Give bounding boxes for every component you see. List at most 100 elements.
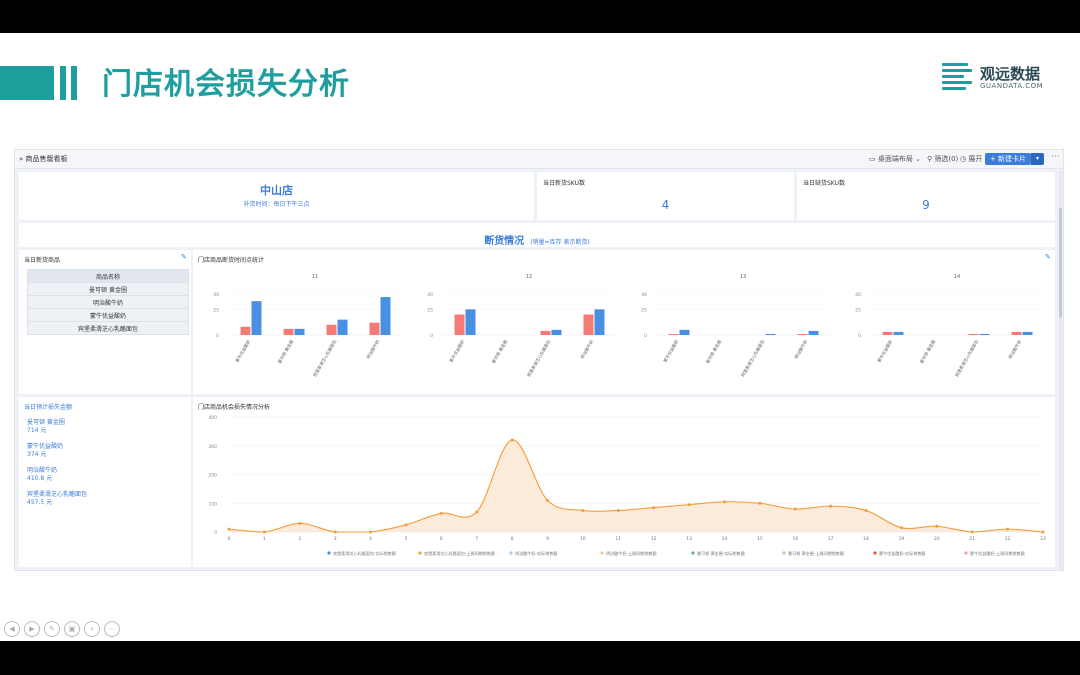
table-header: 商品名称 bbox=[27, 269, 189, 283]
data-point bbox=[510, 438, 514, 442]
filter-label: 筛选(0) bbox=[934, 155, 959, 163]
x-tick-label: 曼可顿 黄金圈 bbox=[918, 339, 937, 365]
expand-label: 展开 bbox=[968, 155, 983, 163]
x-tick-label: 蒙牛优益酸奶 bbox=[876, 339, 895, 364]
y-tick-label: 40 bbox=[855, 292, 861, 298]
zoom-icon[interactable]: ⌕ bbox=[84, 621, 100, 637]
legend-marker bbox=[327, 551, 331, 555]
new-card-button[interactable]: + 新建卡片 bbox=[985, 153, 1031, 165]
y-tick-label: 0 bbox=[430, 333, 433, 339]
dashboard-panel: » 商品售罄看板 ▭ 桌面端布局 ⌄ ⚲ 筛选(0) ◷ 展开 + 新建卡片 ▾… bbox=[14, 149, 1064, 571]
missing-sku-label: 当日缺货SKU数 bbox=[803, 180, 845, 187]
loss-item-value: 410.8 元 bbox=[27, 475, 53, 482]
legend-label: 曼可顿 黄金圈-上周同期销售额 bbox=[788, 550, 844, 556]
data-point bbox=[793, 507, 797, 511]
y-tick-label: 400 bbox=[208, 415, 217, 421]
stockout-bar-charts: 1102540蒙牛优益酸奶 曼可顿 黄金圈 宾堡柔滑芝心乳酪面包 明治酸牛奶12025… bbox=[213, 274, 1043, 378]
next-slide-icon[interactable]: ▶ bbox=[24, 621, 40, 637]
title-decoration-stripe bbox=[60, 66, 66, 100]
new-sku-label: 当日新货SKU数 bbox=[543, 180, 585, 187]
edit-icon[interactable]: ✎ bbox=[181, 253, 187, 261]
loss-item-name: 曼可顿 黄金圈 bbox=[27, 419, 65, 426]
x-tick-label: 6 bbox=[440, 536, 443, 542]
x-tick-label: 3 bbox=[334, 536, 337, 542]
x-tick-label: 明治酸牛奶 bbox=[579, 339, 596, 361]
expand-button[interactable]: ◷ 展开 bbox=[960, 154, 982, 164]
title-decoration-bar bbox=[0, 66, 54, 100]
data-point bbox=[475, 510, 479, 514]
slide: 门店机会损失分析 观远数据 GUANDATA.COM » 商品售罄看板 ▭ 桌面… bbox=[0, 33, 1080, 641]
y-tick-label: 0 bbox=[216, 333, 219, 339]
y-tick-label: 0 bbox=[214, 530, 217, 536]
y-tick-label: 25 bbox=[641, 307, 647, 313]
chevron-down-icon: ⌄ bbox=[915, 155, 921, 163]
data-point bbox=[227, 527, 231, 531]
new-products-table: 商品名称 曼可顿 黄金圈 明治酸牛奶 蒙牛优益酸奶 宾堡柔滑芝心乳酪面包 bbox=[27, 269, 189, 335]
loss-item-name: 明治酸牛奶 bbox=[27, 467, 58, 474]
y-tick-label: 40 bbox=[213, 292, 219, 298]
data-point bbox=[404, 523, 408, 527]
table-row: 蒙牛优益酸奶 bbox=[27, 308, 189, 322]
bar-chart-title: 13 bbox=[740, 274, 746, 280]
table-cell: 明治酸牛奶 bbox=[27, 295, 189, 309]
bar bbox=[251, 301, 262, 335]
x-tick-label: 21 bbox=[969, 536, 975, 542]
loss-amount-card: 当日预计损失金额 曼可顿 黄金圈 714 元 蒙牛优益酸奶 374 元 明治酸牛… bbox=[19, 397, 191, 567]
more-icon[interactable]: ··· bbox=[1051, 152, 1060, 162]
x-tick-label: 7 bbox=[475, 536, 478, 542]
legend-marker bbox=[873, 551, 877, 555]
section-header: 断货情况 (销量=库存 表示断货) bbox=[19, 223, 1055, 247]
stockout-chart-card: 门店商品断货时间点统计 ✎ 11 0 25 40 蒙牛优益酸奶 曼可顿 黄金圈 宾堡柔滑芝心… bbox=[193, 250, 1055, 394]
more-options-icon[interactable]: ⋯ bbox=[104, 621, 120, 637]
display-mode-button[interactable]: ▭ 桌面端布局 ⌄ bbox=[869, 154, 921, 164]
x-tick-label: 1 bbox=[263, 536, 266, 542]
new-card-dropdown[interactable]: ▾ bbox=[1031, 153, 1044, 165]
loss-item: 明治酸牛奶 410.8 元 bbox=[27, 467, 57, 483]
new-card-label: 新建卡片 bbox=[998, 155, 1027, 163]
y-tick-label: 25 bbox=[427, 307, 433, 313]
scrollbar-thumb[interactable] bbox=[1059, 208, 1062, 318]
y-tick-label: 25 bbox=[855, 307, 861, 313]
legend-label: 蒙牛优益酸奶-实际销售额 bbox=[879, 550, 926, 556]
logo-name: 观远数据 bbox=[980, 65, 1041, 83]
new-products-card: 当日新货商品 ✎ 商品名称 曼可顿 黄金圈 明治酸牛奶 蒙牛优益酸奶 宾堡柔滑芝… bbox=[19, 250, 191, 394]
data-point bbox=[864, 508, 868, 512]
prev-slide-icon[interactable]: ◀ bbox=[4, 621, 20, 637]
filter-button[interactable]: ⚲ 筛选(0) bbox=[927, 154, 958, 164]
table-cell: 蒙牛优益酸奶 bbox=[27, 308, 189, 322]
y-tick-label: 100 bbox=[208, 501, 217, 507]
bar bbox=[594, 309, 605, 335]
x-tick-label: 宾堡柔滑芝心乳酪面包 bbox=[739, 338, 766, 378]
bar bbox=[808, 330, 819, 335]
data-point bbox=[439, 511, 443, 515]
pen-icon[interactable]: ✎ bbox=[44, 621, 60, 637]
bar bbox=[765, 333, 776, 335]
table-cell: 曼可顿 黄金圈 bbox=[27, 282, 189, 296]
data-point bbox=[262, 530, 266, 534]
table-row: 明治酸牛奶 bbox=[27, 295, 189, 309]
x-tick-label: 18 bbox=[863, 536, 869, 542]
loss-item: 宾堡柔滑芝心乳酪面包 457.5 元 bbox=[27, 491, 87, 507]
clock-icon: ◷ bbox=[960, 155, 967, 163]
missing-sku-card: 当日缺货SKU数 9 bbox=[797, 172, 1055, 220]
x-tick-label: 8 bbox=[511, 536, 514, 542]
data-point bbox=[616, 508, 620, 512]
x-tick-label: 14 bbox=[722, 536, 728, 542]
board-name[interactable]: » 商品售罄看板 bbox=[19, 154, 68, 164]
legend-marker bbox=[964, 551, 968, 555]
pin-icon: ⚲ bbox=[927, 155, 933, 163]
y-tick-label: 25 bbox=[213, 307, 219, 313]
x-tick-label: 12 bbox=[651, 536, 657, 542]
logo-subtitle: GUANDATA.COM bbox=[980, 82, 1044, 90]
bar bbox=[380, 297, 391, 335]
bar bbox=[240, 326, 251, 335]
expand-sidebar-icon[interactable]: » bbox=[19, 155, 23, 163]
x-tick-label: 4 bbox=[369, 536, 372, 542]
slides-icon[interactable]: ▣ bbox=[64, 621, 80, 637]
bar bbox=[540, 330, 551, 335]
data-point bbox=[1041, 530, 1045, 534]
section-title: 断货情况 (销量=库存 表示断货) bbox=[19, 229, 1055, 248]
x-tick-label: 蒙牛优益酸奶 bbox=[448, 339, 467, 364]
x-tick-label: 宾堡柔滑芝心乳酪面包 bbox=[525, 338, 552, 378]
logo-icon bbox=[942, 63, 968, 66]
